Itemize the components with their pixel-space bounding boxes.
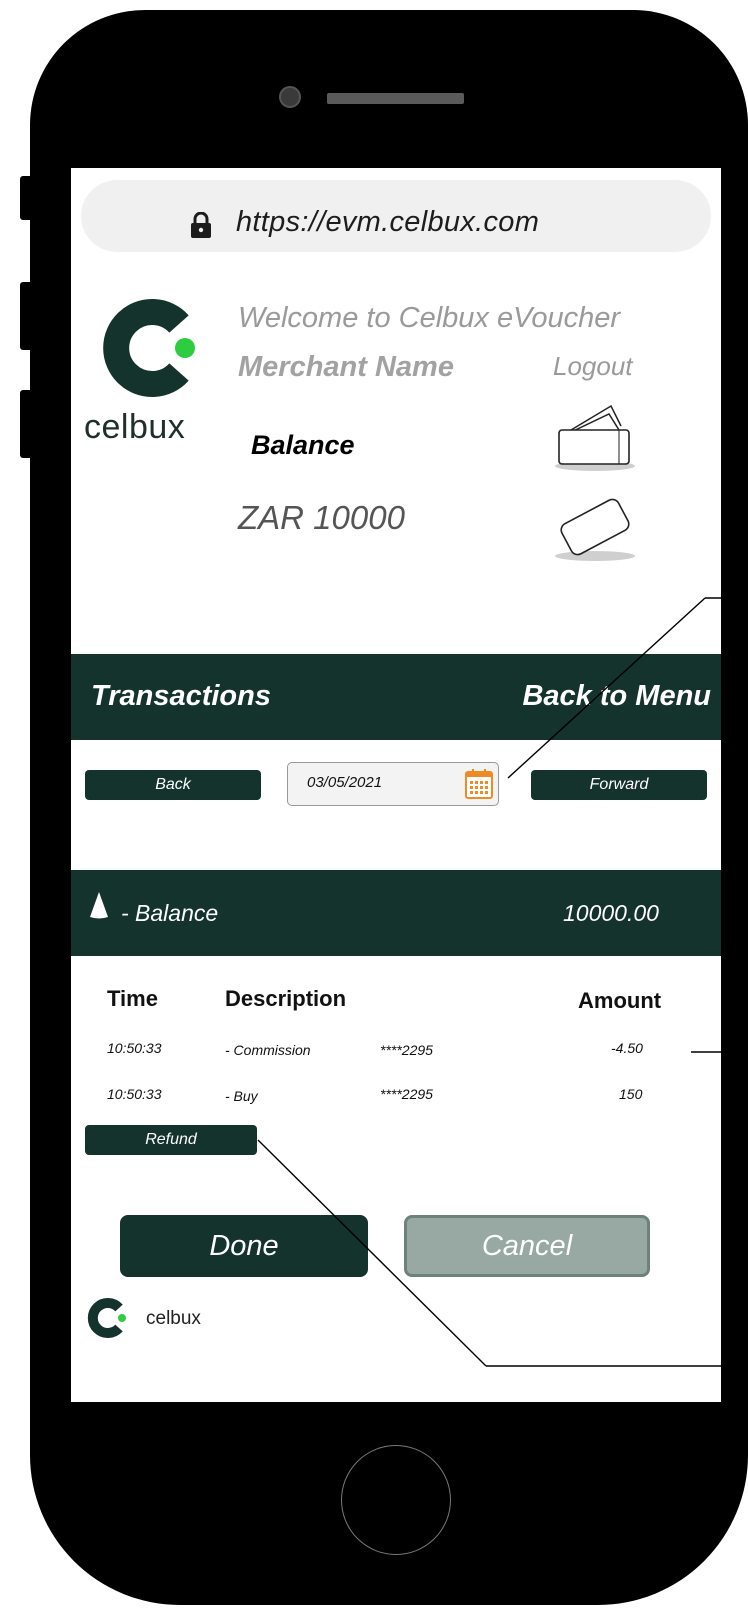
triangle-icon[interactable]	[89, 890, 109, 920]
row-description: - Buy	[225, 1088, 258, 1104]
phone-home-button[interactable]	[341, 1445, 451, 1555]
forward-button[interactable]: Forward	[531, 770, 707, 800]
refund-button[interactable]: Refund	[85, 1125, 257, 1155]
row-amount: -4.50	[611, 1040, 643, 1056]
header-amount: Amount	[578, 988, 662, 1013]
balance-row-amount: 10000.00	[563, 900, 659, 926]
transactions-title: Transactions	[91, 680, 271, 712]
balance-label: Balance	[251, 430, 355, 460]
done-button[interactable]: Done	[120, 1215, 368, 1277]
phone-volume-down	[20, 390, 34, 458]
phone-volume-up	[20, 282, 34, 350]
cancel-button[interactable]: Cancel	[404, 1215, 650, 1277]
header-time: Time	[107, 986, 158, 1011]
footer-logo-text: celbux	[146, 1308, 201, 1329]
lock-icon	[191, 212, 211, 238]
row-card: ****2295	[380, 1086, 433, 1102]
row-time: 10:50:33	[107, 1086, 162, 1102]
celbux-logo-text: celbux	[84, 408, 186, 446]
balance-value: ZAR 10000	[238, 499, 405, 536]
transactions-header-bar: Transactions Back to Menu	[71, 654, 721, 740]
calendar-icon[interactable]	[464, 768, 494, 800]
phone-speaker	[327, 93, 464, 104]
url-text[interactable]: https://evm.celbux.com	[236, 206, 539, 239]
back-to-menu-link[interactable]: Back to Menu	[522, 680, 711, 713]
row-time: 10:50:33	[107, 1040, 162, 1056]
row-amount: 150	[619, 1086, 643, 1102]
footer-logo-icon	[87, 1298, 126, 1338]
address-bar[interactable]: https://evm.celbux.com	[81, 180, 711, 252]
date-value[interactable]: 03/05/2021	[307, 774, 382, 791]
phone-camera	[279, 86, 301, 108]
balance-bar[interactable]: - Balance 10000.00	[71, 870, 721, 956]
phone-mute-switch	[20, 176, 34, 220]
card-icon[interactable]	[551, 486, 639, 566]
balance-row-label: - Balance	[121, 900, 219, 926]
logout-link[interactable]: Logout	[553, 351, 633, 382]
celbux-logo-icon	[103, 299, 195, 397]
row-description: - Commission	[225, 1042, 311, 1058]
screen: https://evm.celbux.com celbux Welcome to…	[71, 168, 721, 1402]
date-picker[interactable]: 03/05/2021	[287, 762, 499, 806]
welcome-text: Welcome to Celbux eVoucher	[238, 302, 621, 334]
back-button[interactable]: Back	[85, 770, 261, 800]
merchant-name: Merchant Name	[238, 351, 454, 383]
wallet-icon[interactable]	[551, 396, 639, 474]
header-description: Description	[225, 986, 347, 1011]
row-card: ****2295	[380, 1042, 433, 1058]
